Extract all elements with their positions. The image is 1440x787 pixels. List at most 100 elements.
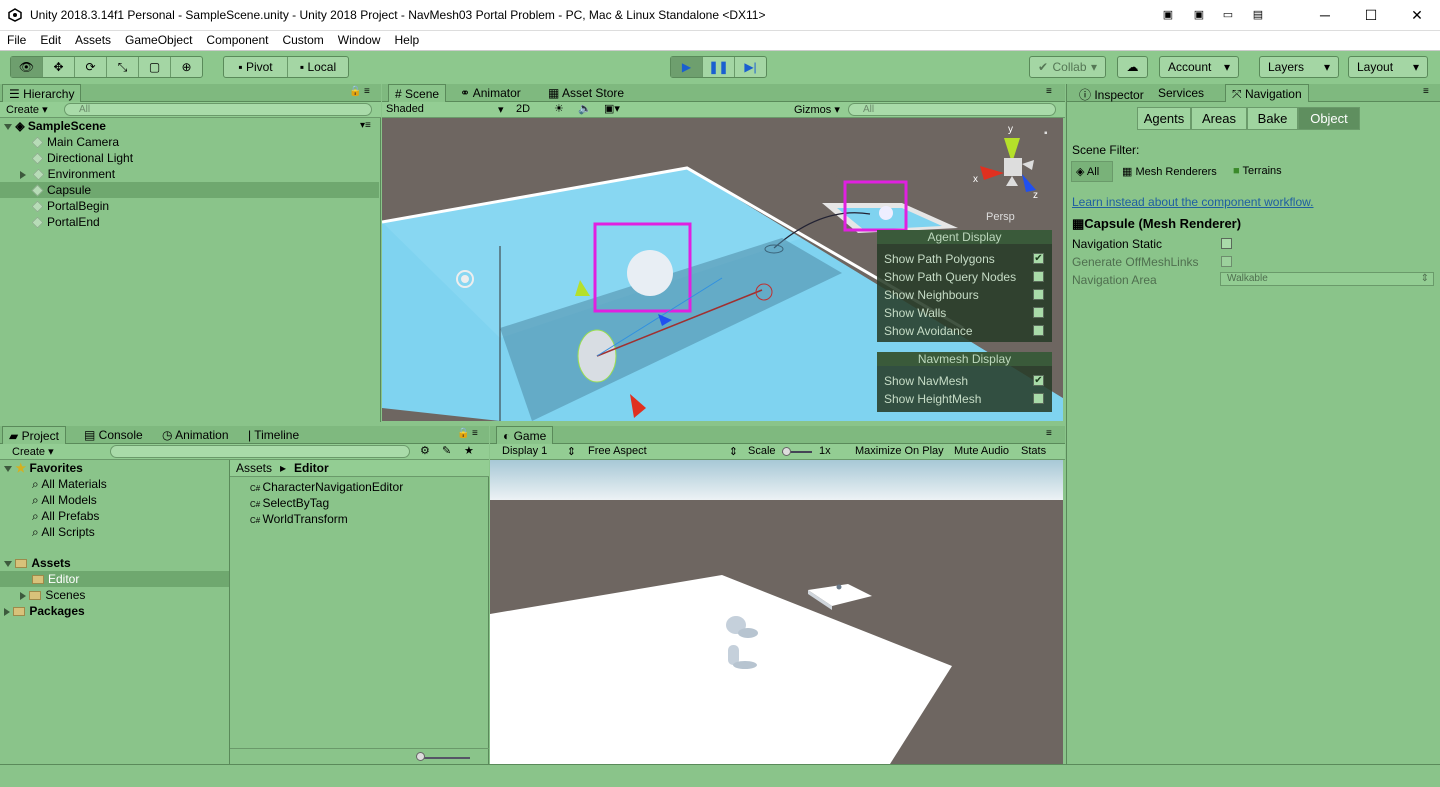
taskbar-icon[interactable]: ▤ — [1237, 0, 1279, 31]
menu-file[interactable]: File — [0, 31, 33, 47]
panel-menu-icon[interactable]: ≡ — [1046, 428, 1052, 439]
maximize-button[interactable]: ☐ — [1348, 0, 1394, 31]
audio-toggle-icon[interactable]: 🔈 — [578, 102, 592, 115]
hierarchy-search-input[interactable]: All — [64, 103, 372, 116]
scale-tool-icon[interactable]: ⤡ — [107, 57, 139, 77]
hierarchy-item[interactable]: PortalEnd — [0, 214, 377, 230]
folder-item[interactable]: Scenes — [20, 587, 85, 603]
component-workflow-link[interactable]: Learn instead about the component workfl… — [1072, 195, 1314, 209]
scene-root[interactable]: ◈ SampleScene — [4, 118, 381, 134]
play-button[interactable]: ▶ — [671, 57, 703, 77]
navigation-static-checkbox[interactable] — [1221, 238, 1232, 249]
layers-dropdown[interactable]: Layers ▾ — [1259, 56, 1339, 78]
menu-edit[interactable]: Edit — [33, 31, 68, 47]
move-tool-icon[interactable]: ✥ — [43, 57, 75, 77]
panel-menu-icon[interactable]: ≡ — [1046, 86, 1052, 97]
slider-thumb[interactable] — [416, 752, 425, 761]
tab-timeline[interactable]: | Timeline — [242, 426, 305, 444]
scene-menu-icon[interactable]: ▾≡ — [360, 120, 371, 131]
show-path-polygons-checkbox[interactable]: ✔ — [1033, 253, 1044, 264]
panel-menu-icon[interactable]: ≡ — [472, 428, 478, 439]
show-avoidance-checkbox[interactable] — [1033, 325, 1044, 336]
collab-dropdown[interactable]: ✔ Collab ▾ — [1029, 56, 1106, 78]
generate-offmeshlinks-checkbox[interactable] — [1221, 256, 1232, 267]
menu-assets[interactable]: Assets — [68, 31, 118, 47]
tab-game[interactable]: ◐ Game — [496, 426, 554, 444]
menu-window[interactable]: Window — [331, 31, 388, 47]
expand-arrow-icon[interactable] — [4, 465, 12, 472]
favorite-item[interactable]: ⌕ All Prefabs — [32, 508, 99, 524]
mute-audio-toggle[interactable]: Mute Audio — [954, 445, 1009, 457]
step-button[interactable]: ▶| — [735, 57, 766, 77]
show-navmesh-checkbox[interactable]: ✔ — [1033, 375, 1044, 386]
stats-toggle[interactable]: Stats — [1021, 445, 1046, 457]
filter-all-button[interactable]: ◈ All — [1071, 161, 1113, 182]
display-dropdown[interactable]: Display 1 ⇕ — [502, 445, 578, 458]
favorite-item[interactable]: ⌕ All Scripts — [32, 524, 95, 540]
favorite-star-icon[interactable]: ★ — [464, 444, 474, 457]
game-viewport[interactable] — [490, 460, 1063, 764]
persp-label[interactable]: Persp — [986, 211, 1015, 223]
tab-console[interactable]: ▤ Console — [78, 426, 149, 444]
filter-type-icon[interactable]: ⚙ — [420, 444, 430, 457]
tab-scene[interactable]: # Scene — [388, 84, 447, 102]
folder-item-selected[interactable]: Editor — [0, 571, 229, 587]
show-path-query-nodes-checkbox[interactable] — [1033, 271, 1044, 282]
script-file[interactable]: C# SelectByTag — [250, 495, 329, 511]
show-neighbours-checkbox[interactable] — [1033, 289, 1044, 300]
panel-menu-icon[interactable]: ≡ — [1423, 86, 1429, 97]
nav-tab-object[interactable]: Object — [1298, 107, 1360, 130]
nav-tab-bake[interactable]: Bake — [1247, 107, 1298, 130]
tab-asset-store[interactable]: ▦ Asset Store — [542, 84, 630, 102]
panel-menu-icon[interactable]: ≡ — [364, 86, 370, 97]
effects-dropdown-icon[interactable]: ▣▾ — [604, 102, 620, 115]
tab-navigation[interactable]: ⤧ Navigation — [1225, 84, 1309, 102]
rotate-tool-icon[interactable]: ⟳ — [75, 57, 107, 77]
lock-icon[interactable]: 🔒 — [457, 428, 469, 439]
view-tool-icon[interactable]: 👁 — [11, 57, 43, 77]
show-heightmesh-checkbox[interactable] — [1033, 393, 1044, 404]
maximize-on-play-toggle[interactable]: Maximize On Play — [855, 445, 944, 457]
hierarchy-item[interactable]: PortalBegin — [0, 198, 377, 214]
show-walls-checkbox[interactable] — [1033, 307, 1044, 318]
create-dropdown[interactable]: Create ▾ — [12, 445, 54, 458]
layout-dropdown[interactable]: Layout ▾ — [1348, 56, 1428, 78]
filter-label-icon[interactable]: ✎ — [442, 444, 451, 457]
project-search-input[interactable] — [110, 445, 410, 458]
icon-size-slider[interactable] — [420, 757, 470, 759]
script-file[interactable]: C# CharacterNavigationEditor — [250, 479, 403, 495]
favorites-header[interactable]: ★ Favorites — [4, 460, 83, 476]
pause-button[interactable]: ❚❚ — [703, 57, 735, 77]
expand-arrow-icon[interactable] — [4, 123, 12, 130]
hierarchy-item-selected[interactable]: Capsule — [0, 182, 379, 198]
2d-toggle[interactable]: 2D — [516, 103, 530, 115]
local-button[interactable]: ▪ Local — [288, 57, 348, 77]
lighting-toggle-icon[interactable]: ☀ — [554, 102, 564, 115]
transform-tool-icon[interactable]: ⊕ — [171, 57, 202, 77]
menu-component[interactable]: Component — [199, 31, 275, 47]
tab-project[interactable]: ▰ Project — [2, 426, 66, 444]
account-dropdown[interactable]: Account ▾ — [1159, 56, 1239, 78]
filter-mesh-renderers-button[interactable]: ▦ Mesh Renderers — [1122, 165, 1217, 178]
scene-search-input[interactable]: All — [848, 103, 1056, 116]
tab-animator[interactable]: ⚭ Animator — [454, 84, 527, 102]
hierarchy-item[interactable]: Main Camera — [0, 134, 377, 150]
expand-arrow-icon[interactable] — [20, 170, 26, 179]
gizmo-lock-icon[interactable]: ▪ — [1044, 128, 1048, 139]
script-file[interactable]: C# WorldTransform — [250, 511, 348, 527]
tab-inspector[interactable]: ⓘ Inspector — [1073, 84, 1150, 102]
scale-slider-thumb[interactable] — [782, 447, 791, 456]
lock-icon[interactable]: 🔒 — [349, 86, 361, 97]
gizmos-dropdown[interactable]: Gizmos ▾ — [794, 103, 840, 116]
menu-gameobject[interactable]: GameObject — [118, 31, 199, 47]
favorite-item[interactable]: ⌕ All Materials — [32, 476, 107, 492]
breadcrumb-editor[interactable]: Editor — [294, 461, 329, 475]
navigation-area-dropdown[interactable]: Walkable ⇕ — [1220, 272, 1434, 286]
expand-arrow-icon[interactable] — [4, 560, 12, 567]
nav-tab-areas[interactable]: Areas — [1191, 107, 1247, 130]
filter-terrains-button[interactable]: ■ Terrains — [1233, 165, 1282, 177]
breadcrumb-assets[interactable]: Assets — [236, 461, 272, 475]
favorite-item[interactable]: ⌕ All Models — [32, 492, 97, 508]
assets-header[interactable]: Assets — [4, 555, 71, 571]
tab-animation[interactable]: ◷ Animation — [156, 426, 235, 444]
